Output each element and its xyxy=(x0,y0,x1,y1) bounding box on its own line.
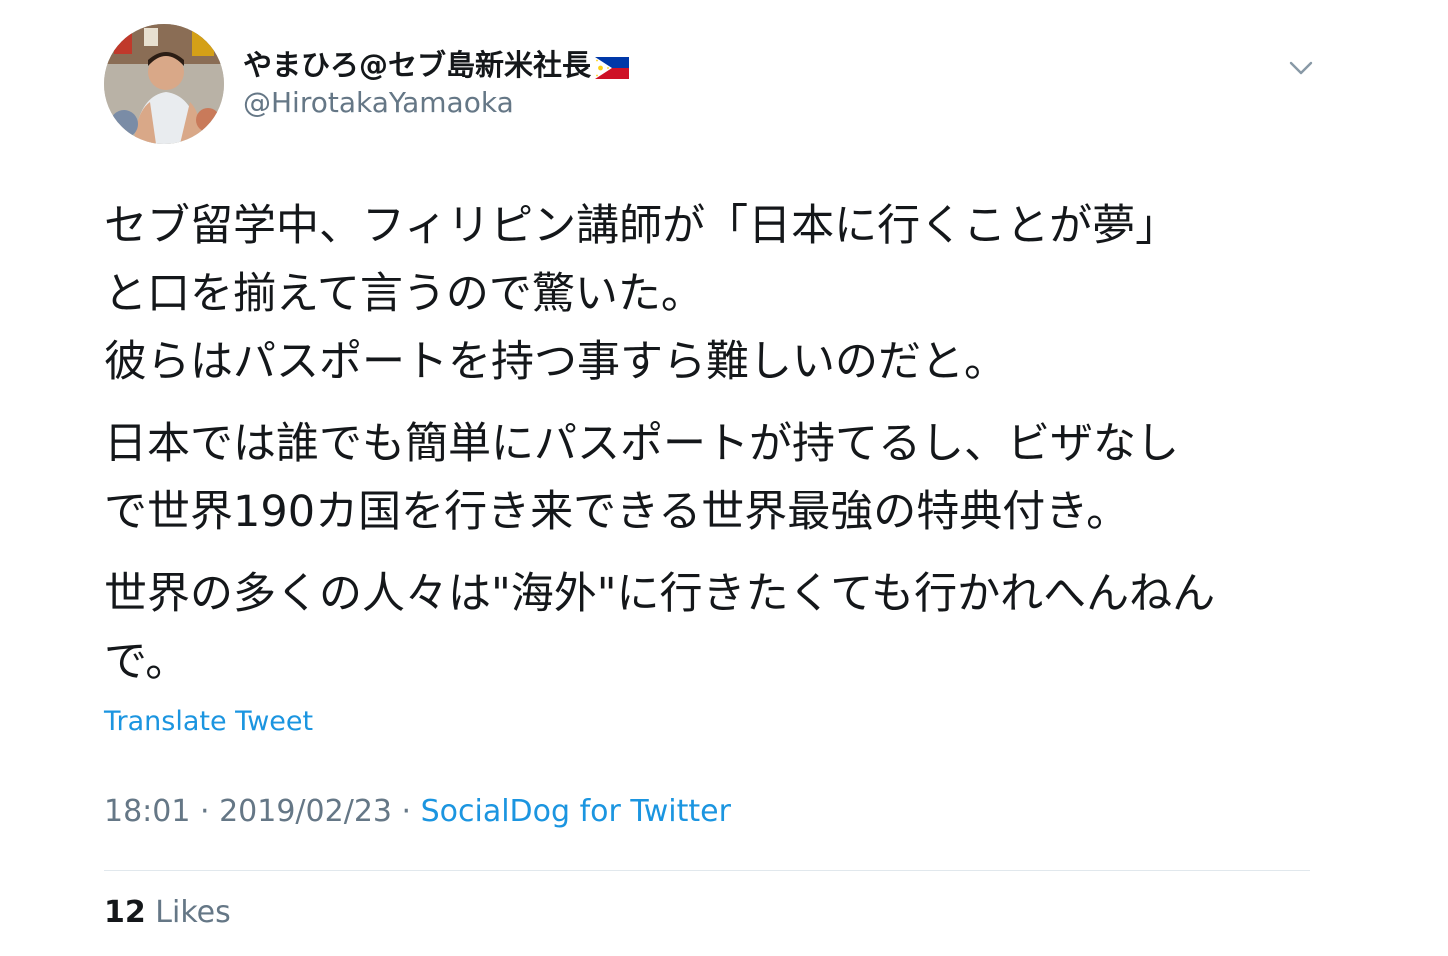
tweet-date[interactable]: 2019/02/23 xyxy=(219,794,392,829)
author-handle[interactable]: @HirotakaYamaoka xyxy=(243,86,514,119)
tweet-line: 世界の多くの人々は"海外"に行きたくても行かれへんねん xyxy=(104,569,1216,619)
likes-count: 12 xyxy=(104,895,146,930)
chevron-down-icon[interactable] xyxy=(1286,56,1316,80)
tweet-line: で世界190カ国を行き来できる世界最強の特典付き。 xyxy=(104,487,1130,537)
tweet-card: やまひろ@セブ島新米社長 @HirotakaYamaoka セブ留学中、フィリピ… xyxy=(0,0,1448,956)
author-display-name: やまひろ@セブ島新米社長 xyxy=(243,48,592,82)
likes-stat[interactable]: 12 Likes xyxy=(104,895,231,930)
tweet-line: と口を揃えて言うので驚いた。 xyxy=(104,269,704,319)
tweet-text: セブ留学中、フィリピン講師が「日本に行くことが夢」 と口を揃えて言うので驚いた。… xyxy=(104,192,1344,710)
philippines-flag-icon xyxy=(595,52,630,79)
tweet-line: で。 xyxy=(104,637,189,687)
tweet-time[interactable]: 18:01 xyxy=(104,794,190,829)
tweet-line: 彼らはパスポートを持つ事すら難しいのだと。 xyxy=(104,337,1007,387)
tweet-line: セブ留学中、フィリピン講師が「日本に行くことが夢」 xyxy=(104,201,1179,251)
meta-separator: · xyxy=(392,794,421,829)
tweet-line: 日本では誰でも簡単にパスポートが持てるし、ビザなし xyxy=(104,419,1179,469)
divider xyxy=(104,870,1310,871)
tweet-meta: 18:01 · 2019/02/23 · SocialDog for Twitt… xyxy=(104,794,731,829)
tweet-paragraph: 世界の多くの人々は"海外"に行きたくても行かれへんねん で。 xyxy=(104,560,1344,696)
translate-tweet-link[interactable]: Translate Tweet xyxy=(104,706,313,737)
user-avatar[interactable] xyxy=(104,24,224,144)
author-name[interactable]: やまひろ@セブ島新米社長 xyxy=(243,42,630,84)
tweet-source-link[interactable]: SocialDog for Twitter xyxy=(421,794,731,829)
likes-label: Likes xyxy=(145,895,231,930)
meta-separator: · xyxy=(190,794,220,829)
tweet-paragraph: 日本では誰でも簡単にパスポートが持てるし、ビザなし で世界190カ国を行き来でき… xyxy=(104,410,1344,546)
tweet-paragraph: セブ留学中、フィリピン講師が「日本に行くことが夢」 と口を揃えて言うので驚いた。… xyxy=(104,192,1344,396)
